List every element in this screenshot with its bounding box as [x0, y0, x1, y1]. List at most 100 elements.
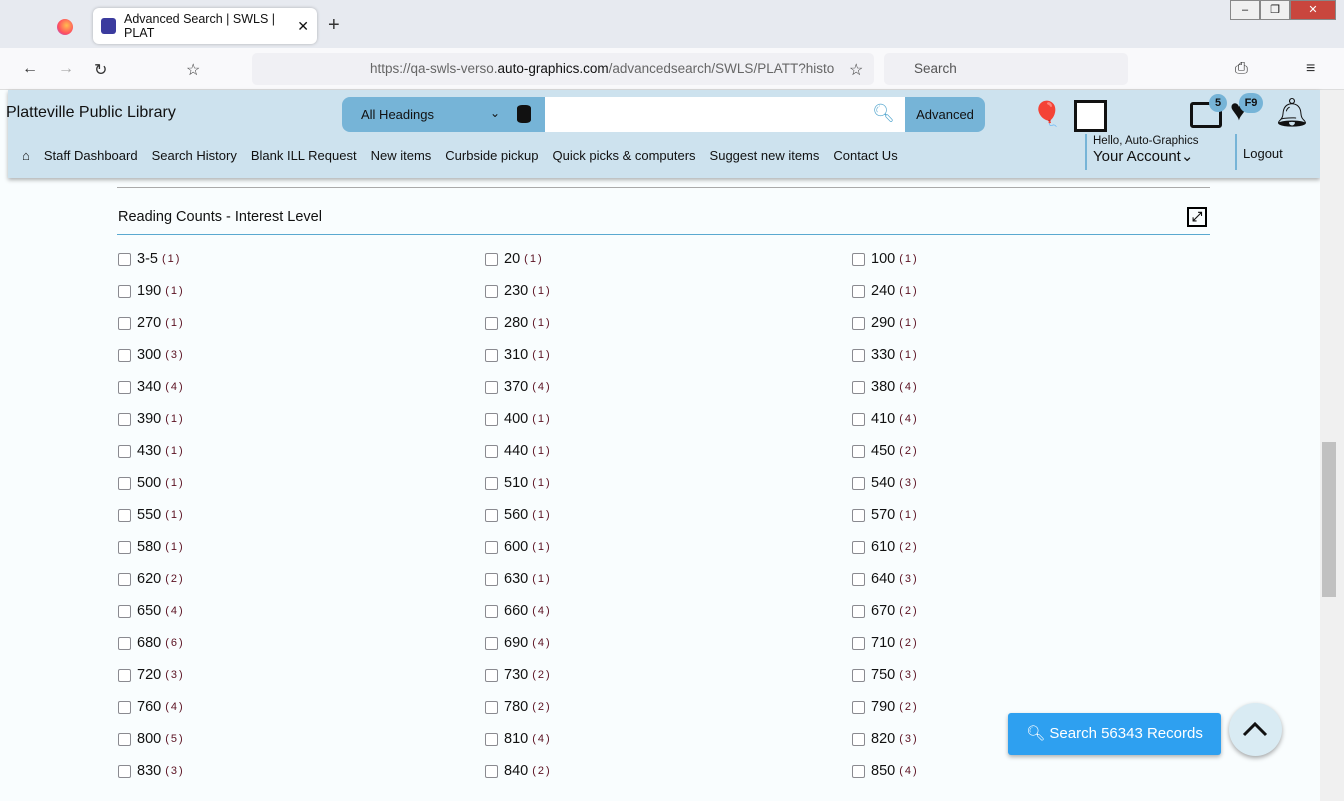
- facet-item[interactable]: 390(1): [118, 409, 185, 429]
- facet-checkbox[interactable]: [852, 508, 865, 522]
- facet-item[interactable]: 440(1): [485, 441, 552, 461]
- chevron-down-icon[interactable]: ⌄: [490, 106, 500, 120]
- facet-item[interactable]: 20(1): [485, 249, 544, 269]
- facet-item[interactable]: 790(2): [852, 697, 919, 717]
- facet-label[interactable]: 510: [504, 475, 528, 491]
- facet-checkbox[interactable]: [118, 252, 131, 266]
- facet-checkbox[interactable]: [852, 636, 865, 650]
- facet-label[interactable]: 690: [504, 635, 528, 651]
- facet-label[interactable]: 760: [137, 699, 161, 715]
- facet-label[interactable]: 800: [137, 731, 161, 747]
- facet-item[interactable]: 720(3): [118, 665, 185, 685]
- menu-icon[interactable]: ≡: [1306, 60, 1315, 78]
- facet-checkbox[interactable]: [485, 252, 498, 266]
- facet-checkbox[interactable]: [852, 668, 865, 682]
- maximize-button[interactable]: ❐: [1260, 0, 1290, 20]
- facet-label[interactable]: 450: [871, 443, 895, 459]
- your-account-label[interactable]: Your Account: [1093, 148, 1181, 165]
- facet-item[interactable]: 380(4): [852, 377, 919, 397]
- facet-checkbox[interactable]: [852, 252, 865, 266]
- facet-checkbox[interactable]: [852, 316, 865, 330]
- facet-item[interactable]: 510(1): [485, 473, 552, 493]
- facet-label[interactable]: 370: [504, 379, 528, 395]
- facet-label[interactable]: 610: [871, 539, 895, 555]
- search-records-button[interactable]: 🔍︎ Search 56343 Records: [1008, 713, 1221, 755]
- facet-item[interactable]: 570(1): [852, 505, 919, 525]
- browser-search-input[interactable]: Search: [884, 53, 1128, 85]
- facet-item[interactable]: 430(1): [118, 441, 185, 461]
- facet-item[interactable]: 610(2): [852, 537, 919, 557]
- facet-label[interactable]: 750: [871, 667, 895, 683]
- facet-item[interactable]: 450(2): [852, 441, 919, 461]
- facet-item[interactable]: 630(1): [485, 569, 552, 589]
- facet-item[interactable]: 550(1): [118, 505, 185, 525]
- facet-label[interactable]: 580: [137, 539, 161, 555]
- facet-checkbox[interactable]: [485, 540, 498, 554]
- facet-label[interactable]: 440: [504, 443, 528, 459]
- facet-label[interactable]: 430: [137, 443, 161, 459]
- facet-item[interactable]: 650(4): [118, 601, 185, 621]
- facet-checkbox[interactable]: [485, 572, 498, 586]
- facet-checkbox[interactable]: [485, 636, 498, 650]
- facet-checkbox[interactable]: [852, 380, 865, 394]
- facet-label[interactable]: 570: [871, 507, 895, 523]
- facet-checkbox[interactable]: [485, 668, 498, 682]
- facet-checkbox[interactable]: [118, 380, 131, 394]
- facet-checkbox[interactable]: [118, 604, 131, 618]
- menu-staff-dashboard[interactable]: Staff Dashboard: [44, 148, 138, 163]
- menu-new-items[interactable]: New items: [371, 148, 432, 163]
- facet-label[interactable]: 560: [504, 507, 528, 523]
- facet-item[interactable]: 660(4): [485, 601, 552, 621]
- facet-label[interactable]: 620: [137, 571, 161, 587]
- facet-checkbox[interactable]: [118, 508, 131, 522]
- facet-label[interactable]: 820: [871, 731, 895, 747]
- facet-item[interactable]: 850(4): [852, 761, 919, 781]
- bookmark-page-icon[interactable]: ☆: [186, 60, 200, 80]
- facet-label[interactable]: 550: [137, 507, 161, 523]
- facet-label[interactable]: 340: [137, 379, 161, 395]
- facet-label[interactable]: 830: [137, 763, 161, 779]
- facet-checkbox[interactable]: [485, 316, 498, 330]
- star-icon[interactable]: ☆: [849, 60, 863, 80]
- browser-tab[interactable]: Advanced Search | SWLS | PLAT ✕: [93, 8, 317, 44]
- facet-checkbox[interactable]: [118, 284, 131, 298]
- facet-checkbox[interactable]: [852, 540, 865, 554]
- facet-checkbox[interactable]: [852, 476, 865, 490]
- facet-checkbox[interactable]: [118, 668, 131, 682]
- facet-item[interactable]: 670(2): [852, 601, 919, 621]
- facet-label[interactable]: 790: [871, 699, 895, 715]
- facet-checkbox[interactable]: [852, 572, 865, 586]
- facet-item[interactable]: 690(4): [485, 633, 552, 653]
- facet-label[interactable]: 270: [137, 315, 161, 331]
- facet-item[interactable]: 620(2): [118, 569, 185, 589]
- close-window-button[interactable]: ✕: [1290, 0, 1336, 20]
- facet-item[interactable]: 240(1): [852, 281, 919, 301]
- expand-icon[interactable]: ⤢: [1187, 207, 1207, 227]
- facet-checkbox[interactable]: [485, 508, 498, 522]
- facet-label[interactable]: 650: [137, 603, 161, 619]
- facet-label[interactable]: 540: [871, 475, 895, 491]
- menu-suggest-new-items[interactable]: Suggest new items: [710, 148, 820, 163]
- bell-icon[interactable]: 🔔︎: [1274, 96, 1310, 129]
- facet-label[interactable]: 500: [137, 475, 161, 491]
- database-icon[interactable]: [517, 105, 531, 123]
- facet-item[interactable]: 300(3): [118, 345, 185, 365]
- facet-label[interactable]: 380: [871, 379, 895, 395]
- search-icon[interactable]: 🔍︎: [872, 103, 895, 124]
- menu-search-history[interactable]: Search History: [152, 148, 237, 163]
- facet-item[interactable]: 730(2): [485, 665, 552, 685]
- scrollbar-thumb[interactable]: [1322, 442, 1336, 597]
- facet-checkbox[interactable]: [852, 412, 865, 426]
- facet-item[interactable]: 270(1): [118, 313, 185, 333]
- facet-item[interactable]: 830(3): [118, 761, 185, 781]
- facet-item[interactable]: 290(1): [852, 313, 919, 333]
- facet-label[interactable]: 720: [137, 667, 161, 683]
- facet-label[interactable]: 290: [871, 315, 895, 331]
- menu-curbside-pickup[interactable]: Curbside pickup: [445, 148, 538, 163]
- facet-label[interactable]: 680: [137, 635, 161, 651]
- facet-label[interactable]: 100: [871, 251, 895, 267]
- address-bar[interactable]: https://qa-swls-verso.auto-graphics.com/…: [252, 53, 874, 85]
- forward-icon[interactable]: →: [58, 60, 74, 78]
- facet-item[interactable]: 330(1): [852, 345, 919, 365]
- catalog-search-icon[interactable]: [1074, 100, 1107, 132]
